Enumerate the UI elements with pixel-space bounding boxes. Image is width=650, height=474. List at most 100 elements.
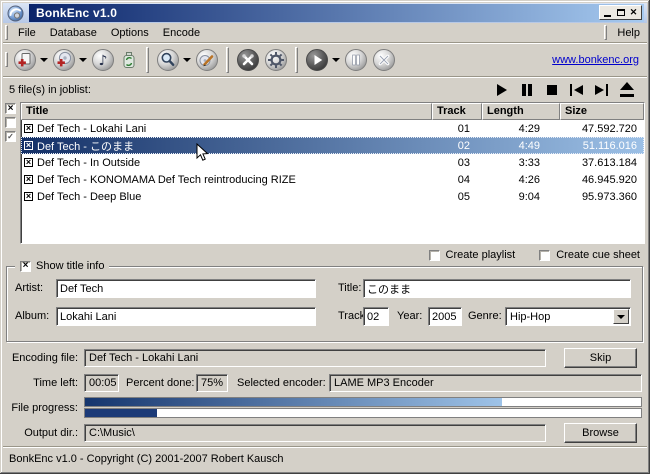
toolbar-separator bbox=[295, 47, 298, 73]
start-encoding-button[interactable] bbox=[304, 47, 341, 73]
toolbar-separator bbox=[226, 47, 229, 73]
output-dir-field: C:\Music\ bbox=[84, 424, 546, 442]
toggle-selection-checkbox[interactable]: ✓ bbox=[5, 131, 16, 142]
skip-button[interactable]: Skip bbox=[564, 348, 637, 368]
status-bar: BonkEnc v1.0 - Copyright (C) 2001-2007 R… bbox=[3, 446, 647, 471]
maximize-button[interactable] bbox=[614, 6, 627, 19]
row-length: 4:26 bbox=[482, 174, 560, 186]
cddb-submit-icon bbox=[195, 48, 219, 72]
cddb-query-button[interactable] bbox=[155, 47, 192, 73]
joblist-status-label: 5 file(s) in joblist: bbox=[3, 84, 91, 96]
previous-button[interactable] bbox=[568, 82, 585, 98]
column-header-title[interactable]: Title bbox=[21, 103, 432, 120]
column-header-size[interactable]: Size bbox=[560, 103, 644, 120]
svg-text:♪: ♪ bbox=[99, 53, 108, 69]
add-cd-dropdown-icon[interactable] bbox=[79, 58, 87, 62]
row-track: 05 bbox=[432, 191, 482, 203]
percent-done-field: 75% bbox=[196, 374, 228, 392]
create-playlist-label: Create playlist bbox=[446, 249, 516, 261]
close-button[interactable]: ✕ bbox=[627, 6, 640, 19]
menu-bar: File Database Options Encode Help bbox=[3, 23, 647, 42]
year-label: Year: bbox=[397, 310, 422, 322]
minimize-button[interactable] bbox=[601, 6, 614, 19]
create-cue-sheet-label: Create cue sheet bbox=[556, 249, 640, 261]
row-length: 3:33 bbox=[482, 157, 560, 169]
menu-options[interactable]: Options bbox=[104, 25, 156, 41]
configure-encoders-button[interactable] bbox=[235, 47, 261, 73]
entry-checkbox-icon: × bbox=[24, 192, 33, 201]
joblist-row[interactable]: × Def Tech - In Outside 033:3337.613.184 bbox=[21, 154, 644, 171]
show-title-info-checkbox[interactable]: × bbox=[20, 261, 31, 272]
joblist-listview: Title Track Length Size × Def Tech - Loka… bbox=[20, 102, 645, 244]
row-track: 02 bbox=[432, 140, 482, 152]
toolbar-grip[interactable] bbox=[5, 52, 8, 67]
artist-input[interactable] bbox=[56, 279, 316, 298]
next-button[interactable] bbox=[593, 82, 610, 98]
pause-encoding-button[interactable] bbox=[343, 47, 369, 73]
row-title: Def Tech - In Outside bbox=[37, 157, 140, 169]
menu-file[interactable]: File bbox=[11, 25, 43, 41]
play-button[interactable] bbox=[493, 82, 510, 98]
joblist-row[interactable]: ×Def Tech - KONOMAMA Def Tech reintroduc… bbox=[21, 171, 644, 188]
browse-button[interactable]: Browse bbox=[564, 423, 637, 443]
title-info-group: × Show title info Artist: Title: Album: … bbox=[6, 266, 643, 342]
menu-encode[interactable]: Encode bbox=[156, 25, 207, 41]
website-link[interactable]: www.bonkenc.org bbox=[552, 54, 639, 66]
add-cd-button[interactable] bbox=[51, 47, 88, 73]
row-size: 51.116.016 bbox=[560, 140, 644, 152]
select-none-checkbox[interactable] bbox=[5, 117, 16, 128]
joblist-row[interactable]: ×Def Tech - Deep Blue059:0495.973.360 bbox=[21, 188, 644, 205]
entry-checkbox-icon: × bbox=[24, 158, 33, 167]
pause-encoding-icon bbox=[344, 48, 368, 72]
column-header-length[interactable]: Length bbox=[482, 103, 560, 120]
album-input[interactable] bbox=[56, 307, 316, 326]
stop-icon bbox=[547, 85, 557, 95]
menu-grip[interactable] bbox=[5, 25, 8, 40]
column-header-track[interactable]: Track bbox=[432, 103, 482, 120]
clear-joblist-button[interactable] bbox=[118, 47, 140, 73]
configure-encoders-icon bbox=[236, 48, 260, 72]
app-icon[interactable] bbox=[7, 5, 24, 22]
entry-checkbox-icon: × bbox=[24, 124, 33, 133]
remove-file-button[interactable]: ♪ bbox=[90, 47, 116, 73]
joblist-rows: ×Def Tech - Lokahi Lani014:2947.592.720×… bbox=[21, 120, 644, 205]
toolbar: ♪ bbox=[3, 42, 647, 76]
help-grip[interactable] bbox=[604, 25, 607, 40]
menu-database[interactable]: Database bbox=[43, 25, 104, 41]
selected-encoder-label: Selected encoder: bbox=[237, 377, 326, 389]
pause-button[interactable] bbox=[518, 82, 535, 98]
joblist-row[interactable]: ×Def Tech - このまま024:4951.116.016 bbox=[21, 137, 644, 154]
create-playlist-checkbox[interactable] bbox=[429, 250, 440, 261]
year-input[interactable] bbox=[428, 307, 462, 326]
row-track: 03 bbox=[432, 157, 482, 169]
start-encoding-icon bbox=[305, 48, 329, 72]
stop-encoding-button[interactable] bbox=[371, 47, 397, 73]
genre-combobox[interactable]: Hip-Hop bbox=[505, 307, 631, 326]
cddb-query-dropdown-icon[interactable] bbox=[183, 58, 191, 62]
select-all-checkbox[interactable]: × bbox=[5, 103, 16, 114]
row-size: 37.613.184 bbox=[560, 157, 644, 169]
selection-strip: × ✓ bbox=[3, 103, 20, 142]
general-settings-button[interactable] bbox=[263, 47, 289, 73]
add-files-button[interactable] bbox=[12, 47, 49, 73]
show-title-info-label: Show title info bbox=[36, 260, 104, 272]
encoding-file-label: Encoding file: bbox=[0, 352, 78, 364]
cddb-submit-button[interactable] bbox=[194, 47, 220, 73]
eject-button[interactable] bbox=[618, 82, 635, 98]
entry-checkbox-icon: × bbox=[24, 141, 33, 150]
create-cue-sheet-checkbox[interactable] bbox=[539, 250, 550, 261]
title-input[interactable] bbox=[363, 279, 631, 298]
joblist-row[interactable]: ×Def Tech - Lokahi Lani014:2947.592.720 bbox=[21, 120, 644, 137]
add-files-dropdown-icon[interactable] bbox=[40, 58, 48, 62]
checked-icon: × bbox=[8, 104, 14, 113]
genre-dropdown-button[interactable] bbox=[613, 309, 629, 324]
checked-icon: × bbox=[23, 261, 29, 270]
stop-button[interactable] bbox=[543, 82, 560, 98]
start-encoding-dropdown-icon[interactable] bbox=[332, 58, 340, 62]
general-settings-icon bbox=[264, 48, 288, 72]
row-title: Def Tech - Lokahi Lani bbox=[37, 123, 146, 135]
menu-help[interactable]: Help bbox=[610, 25, 647, 41]
artist-label: Artist: bbox=[15, 282, 43, 294]
title-gradient: BonkEnc v1.0 bbox=[29, 4, 644, 22]
track-input[interactable] bbox=[363, 307, 389, 326]
